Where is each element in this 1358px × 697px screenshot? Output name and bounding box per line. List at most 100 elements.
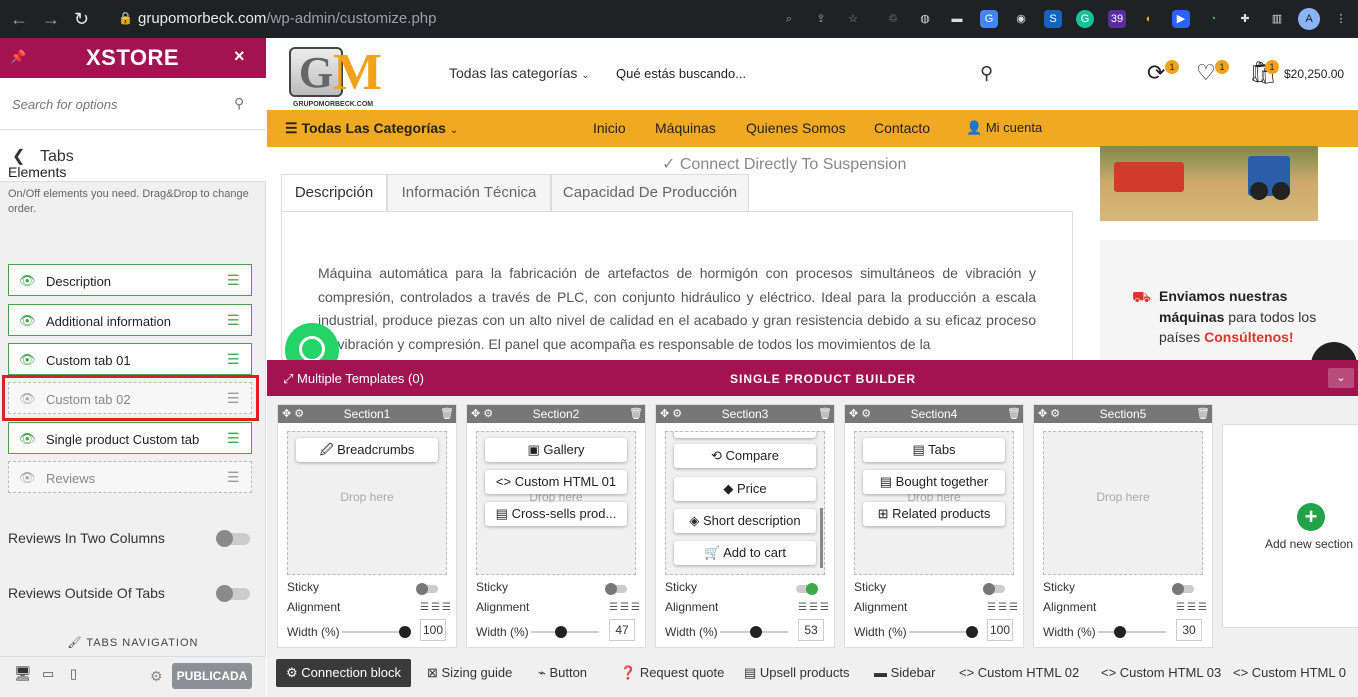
- trash-icon[interactable]: 🗑: [1007, 405, 1021, 423]
- categories-dropdown[interactable]: Todas las categorías ⌄: [449, 65, 590, 81]
- address-bar[interactable]: 🔒 grupomorbeck.com/wp-admin/customize.ph…: [104, 6, 874, 32]
- block-compare[interactable]: ⟲ Compare: [674, 444, 816, 468]
- sticky-toggle[interactable]: [416, 583, 438, 595]
- forward-icon[interactable]: →: [42, 9, 60, 30]
- sidepanel-icon[interactable]: ▥: [1268, 10, 1286, 28]
- sticky-toggle[interactable]: [983, 583, 1005, 595]
- options-search[interactable]: Search for options ⚲: [0, 78, 266, 130]
- drop-zone[interactable]: Drop here: [1043, 431, 1203, 575]
- site-search-icon[interactable]: ⚲: [980, 63, 993, 84]
- block-request-quote[interactable]: ❓ Request quote: [620, 659, 724, 687]
- trash-icon[interactable]: 🗑: [818, 405, 832, 423]
- element-additional-information[interactable]: 👁 Additional information ☰: [8, 304, 252, 336]
- close-icon[interactable]: ×: [234, 46, 245, 67]
- menu-item-maquinas[interactable]: Máquinas: [655, 120, 716, 136]
- width-slider[interactable]: [342, 626, 411, 638]
- pin-icon[interactable]: 📌: [10, 49, 26, 65]
- element-reviews[interactable]: 👁 Reviews ☰: [8, 461, 252, 493]
- share-icon[interactable]: ⇪: [812, 10, 830, 28]
- add-new-section[interactable]: + Add new section: [1222, 424, 1358, 628]
- camera-extension-icon[interactable]: ◉: [1012, 10, 1030, 28]
- edge-extension-icon[interactable]: ◔: [1204, 10, 1222, 28]
- sticky-toggle[interactable]: [796, 583, 818, 595]
- alignment-icons[interactable]: ☰☰☰: [798, 602, 831, 613]
- drag-handle-icon[interactable]: ☰: [227, 430, 240, 447]
- move-gear-icon[interactable]: ✥ ⚙: [1038, 405, 1060, 423]
- tab-descripcion[interactable]: Descripción: [281, 174, 387, 212]
- width-input[interactable]: 100: [420, 619, 446, 641]
- site-logo[interactable]: G M GRUPOMORBECK.COM: [289, 44, 387, 108]
- multiple-templates[interactable]: ⤢ Multiple Templates (0): [283, 371, 424, 387]
- move-gear-icon[interactable]: ✥ ⚙: [660, 405, 682, 423]
- eye-icon[interactable]: 👁: [19, 313, 36, 329]
- block-tabs[interactable]: ▤ Tabs: [863, 438, 1005, 462]
- translate-extension-icon[interactable]: G: [980, 10, 998, 28]
- trash-icon[interactable]: 🗑: [1196, 405, 1210, 423]
- drop-zone[interactable]: ⟲ Compare ◆ Price ◈ Short description 🛒 …: [665, 431, 825, 575]
- alignment-icons[interactable]: ☰☰☰: [987, 602, 1020, 613]
- extension-badge-icon[interactable]: 39: [1108, 10, 1126, 28]
- block-hidden[interactable]: [674, 432, 816, 438]
- tab-capacidad-produccion[interactable]: Capacidad De Producción: [551, 174, 749, 212]
- element-custom-tab-01[interactable]: 👁 Custom tab 01 ☰: [8, 343, 252, 375]
- toggle-switch[interactable]: [216, 530, 250, 547]
- toggle-switch[interactable]: [216, 585, 250, 602]
- back-chevron-icon[interactable]: ❮: [12, 146, 25, 166]
- zoom-icon[interactable]: ⌕: [780, 10, 798, 28]
- section-header[interactable]: ✥ ⚙ Section5 🗑: [1034, 405, 1212, 423]
- tabs-navigation-heading[interactable]: 🖌 TABS NAVIGATION: [0, 636, 266, 656]
- menu-item-contacto[interactable]: Contacto: [874, 120, 930, 136]
- drag-handle-icon[interactable]: ☰: [227, 272, 240, 289]
- width-slider[interactable]: [531, 626, 599, 638]
- move-gear-icon[interactable]: ✥ ⚙: [471, 405, 493, 423]
- menu-kebab-icon[interactable]: ⋮: [1332, 10, 1350, 28]
- width-input[interactable]: 100: [987, 619, 1013, 641]
- block-related-products[interactable]: ⊞ Related products: [863, 502, 1005, 526]
- tab-informacion-tecnica[interactable]: Información Técnica: [387, 174, 551, 212]
- block-short-description[interactable]: ◈ Short description: [674, 509, 816, 533]
- block-upsell-products[interactable]: ▤ Upsell products: [744, 659, 850, 687]
- move-gear-icon[interactable]: ✥ ⚙: [849, 405, 871, 423]
- block-custom-html-01[interactable]: <> Custom HTML 01: [485, 470, 627, 494]
- alignment-icons[interactable]: ☰☰☰: [420, 602, 453, 613]
- eye-icon[interactable]: 👁: [19, 470, 36, 486]
- drag-handle-icon[interactable]: ☰: [227, 469, 240, 486]
- block-add-to-cart[interactable]: 🛒 Add to cart: [674, 541, 816, 565]
- block-custom-html-02[interactable]: <> Custom HTML 02: [959, 659, 1079, 687]
- grammarly-icon[interactable]: G: [1076, 10, 1094, 28]
- tablet-icon[interactable]: ▭: [42, 666, 54, 682]
- block-gallery[interactable]: ▣ Gallery: [485, 438, 627, 462]
- block-cross-sells[interactable]: ▤ Cross-sells prod...: [485, 502, 627, 526]
- section-header[interactable]: ✥ ⚙ Section4 🗑: [845, 405, 1023, 423]
- collapse-chevron-icon[interactable]: ⌄: [1328, 368, 1354, 388]
- publish-button[interactable]: PUBLICADA: [172, 663, 252, 689]
- s-extension-icon[interactable]: S: [1044, 10, 1062, 28]
- width-slider[interactable]: [909, 626, 978, 638]
- site-search-input[interactable]: Qué estás buscando...: [616, 66, 746, 81]
- menu-item-inicio[interactable]: Inicio: [593, 120, 626, 136]
- desktop-icon[interactable]: 🖥: [14, 665, 32, 682]
- account-link[interactable]: 👤 Mi cuenta: [966, 120, 1042, 136]
- block-sidebar[interactable]: ▬ Sidebar: [874, 659, 935, 687]
- width-input[interactable]: 47: [609, 619, 635, 641]
- cast-extension-icon[interactable]: ▬: [948, 10, 966, 28]
- mobile-icon[interactable]: ▯: [70, 666, 77, 682]
- scrollbar[interactable]: [820, 508, 823, 568]
- alignment-icons[interactable]: ☰☰☰: [609, 602, 642, 613]
- gear-icon[interactable]: ⚙: [150, 668, 163, 685]
- all-categories-menu[interactable]: ☰ Todas Las Categorías ⌄: [285, 120, 458, 137]
- video-extension-icon[interactable]: ▶: [1172, 10, 1190, 28]
- width-input[interactable]: 53: [798, 619, 824, 641]
- drop-zone[interactable]: Drop here ▣ Gallery <> Custom HTML 01 ▤ …: [476, 431, 636, 575]
- move-gear-icon[interactable]: ✥ ⚙: [282, 405, 304, 423]
- drop-zone[interactable]: Drop here ▤ Tabs ▤ Bought together ⊞ Rel…: [854, 431, 1014, 575]
- globe-extension-icon[interactable]: ◍: [916, 10, 934, 28]
- sticky-toggle[interactable]: [1172, 583, 1194, 595]
- section-header[interactable]: ✥ ⚙ Section2 🗑: [467, 405, 645, 423]
- menu-item-quienes-somos[interactable]: Quienes Somos: [746, 120, 846, 136]
- trash-icon[interactable]: 🗑: [629, 405, 643, 423]
- puzzle-icon[interactable]: ✚: [1236, 10, 1254, 28]
- bookmark-star-icon[interactable]: ☆: [844, 10, 862, 28]
- drag-handle-icon[interactable]: ☰: [227, 351, 240, 368]
- eye-icon[interactable]: 👁: [19, 431, 36, 447]
